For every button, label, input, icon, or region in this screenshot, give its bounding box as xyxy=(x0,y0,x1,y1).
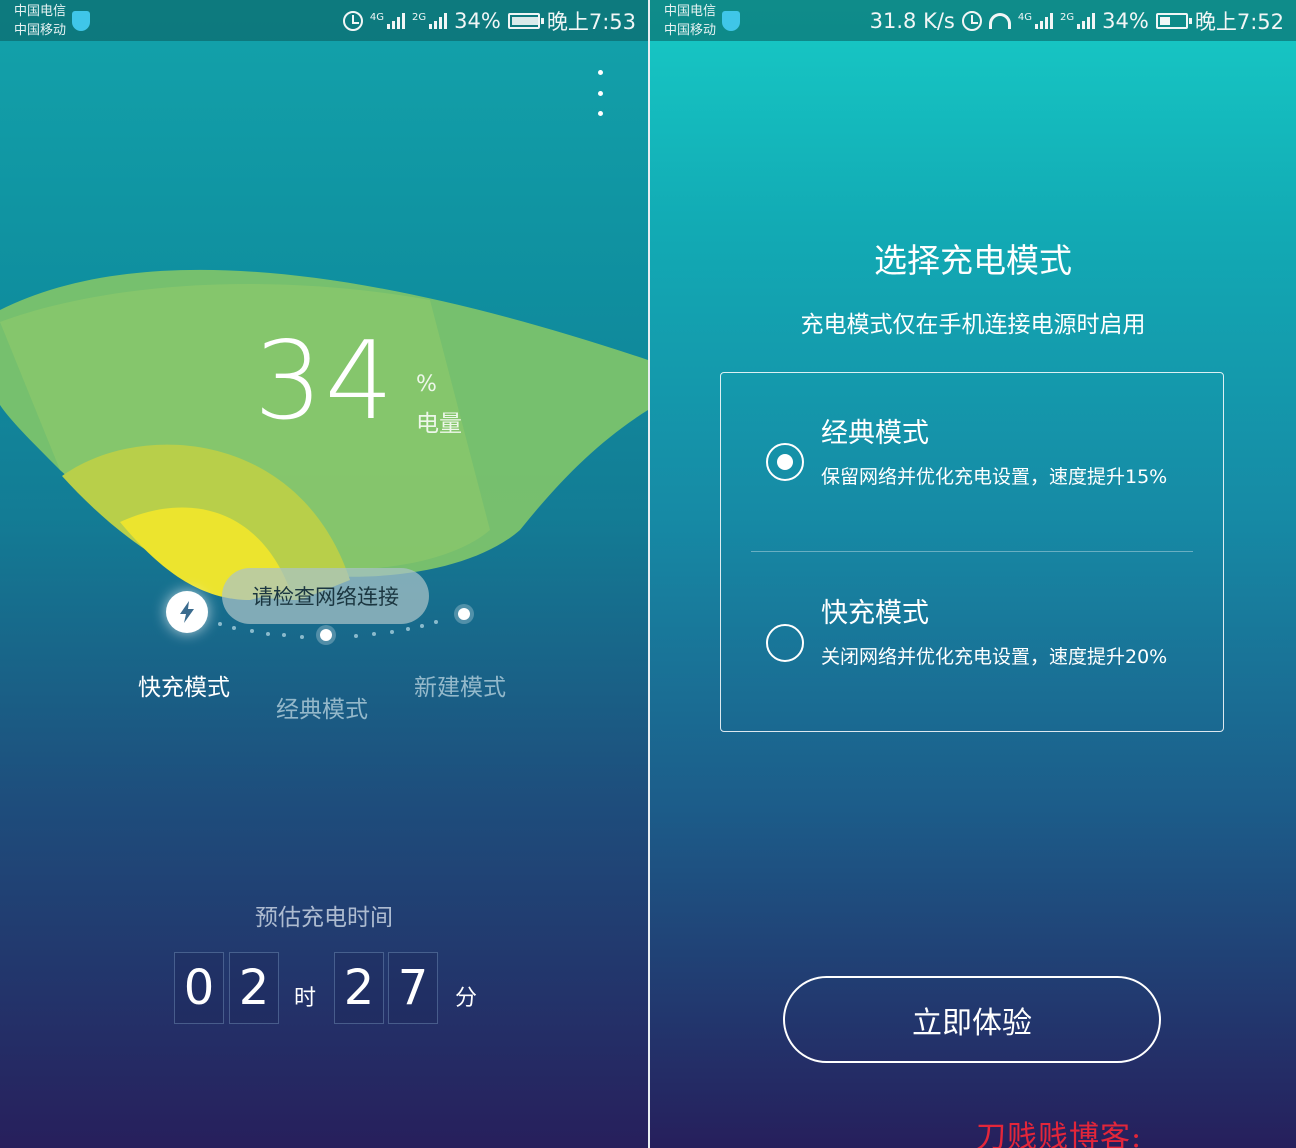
alarm-icon xyxy=(961,10,982,31)
try-now-button[interactable]: 立即体验 xyxy=(783,976,1161,1063)
radio-classic[interactable] xyxy=(766,443,804,481)
carrier-1: 中国电信 xyxy=(664,3,717,19)
mode-fast-label[interactable]: 快充模式 xyxy=(138,668,230,702)
option-title: 经典模式 xyxy=(821,418,929,449)
estimate-label: 预估充电时间 xyxy=(255,905,393,931)
battery-percentage: 34 xyxy=(254,319,396,444)
mode-classic-label[interactable]: 经典模式 xyxy=(276,690,368,724)
battery-icon xyxy=(1155,12,1192,29)
charge-level-graphic xyxy=(0,269,648,600)
signal-2g-icon xyxy=(1077,12,1096,29)
mode-options-card: 经典模式 保留网络并优化充电设置，速度提升15% 快充模式 关闭网络并优化充电设… xyxy=(720,372,1224,732)
network-2g-label: 2G xyxy=(1060,11,1075,23)
network-speed: 31.8 K/s xyxy=(869,8,955,33)
radio-selected-dot xyxy=(777,454,793,470)
carrier-info: 中国电信 中国移动 xyxy=(664,2,716,40)
option-divider xyxy=(751,551,1193,552)
status-time: 晚上7:52 xyxy=(1194,9,1284,34)
wifi-icon xyxy=(988,12,1011,29)
fast-charge-button[interactable] xyxy=(166,591,208,633)
status-bar: 中国电信 中国移动 31.8 K/s 4G 2G 34% 晚上7:52 xyxy=(650,0,1296,41)
security-shield-icon xyxy=(722,10,741,31)
minute-digit-2: 7 xyxy=(388,952,438,1024)
signal-4g-icon xyxy=(1035,12,1054,29)
radio-fast[interactable] xyxy=(766,624,804,662)
minute-digit-1: 2 xyxy=(334,952,384,1024)
carrier-2: 中国移动 xyxy=(664,22,717,38)
mode-new-label[interactable]: 新建模式 xyxy=(414,668,506,702)
charge-mode-selector: 中国电信 中国移动 31.8 K/s 4G 2G 34% 晚上7:52 选择充电… xyxy=(650,0,1296,1148)
network-toast: 请检查网络连接 xyxy=(222,568,429,624)
watermark: 刀贱贱博客: qq4m.com xyxy=(976,1120,1143,1148)
battery-percent: 34% xyxy=(1102,8,1149,33)
option-title: 快充模式 xyxy=(821,598,929,629)
percent-sign: % xyxy=(416,372,437,397)
option-description: 保留网络并优化充电设置，速度提升15% xyxy=(821,466,1168,488)
new-mode-dot[interactable] xyxy=(458,608,470,620)
charging-screen: 中国电信 中国移动 4G 2G 34% 晚上7:53 34 % 电量 请检查网络… xyxy=(0,0,648,1148)
page-subtitle: 充电模式仅在手机连接电源时启用 xyxy=(800,312,1146,338)
hour-digit-1: 0 xyxy=(174,952,224,1024)
page-title: 选择充电模式 xyxy=(874,241,1072,280)
hour-unit: 时 xyxy=(294,986,317,1011)
classic-mode-dot[interactable] xyxy=(320,629,332,641)
minute-unit: 分 xyxy=(455,986,478,1011)
network-4g-label: 4G xyxy=(1017,11,1033,23)
option-description: 关闭网络并优化充电设置，速度提升20% xyxy=(821,646,1168,668)
lightning-icon xyxy=(180,601,194,623)
battery-label: 电量 xyxy=(416,411,462,437)
hour-digit-2: 2 xyxy=(229,952,279,1024)
